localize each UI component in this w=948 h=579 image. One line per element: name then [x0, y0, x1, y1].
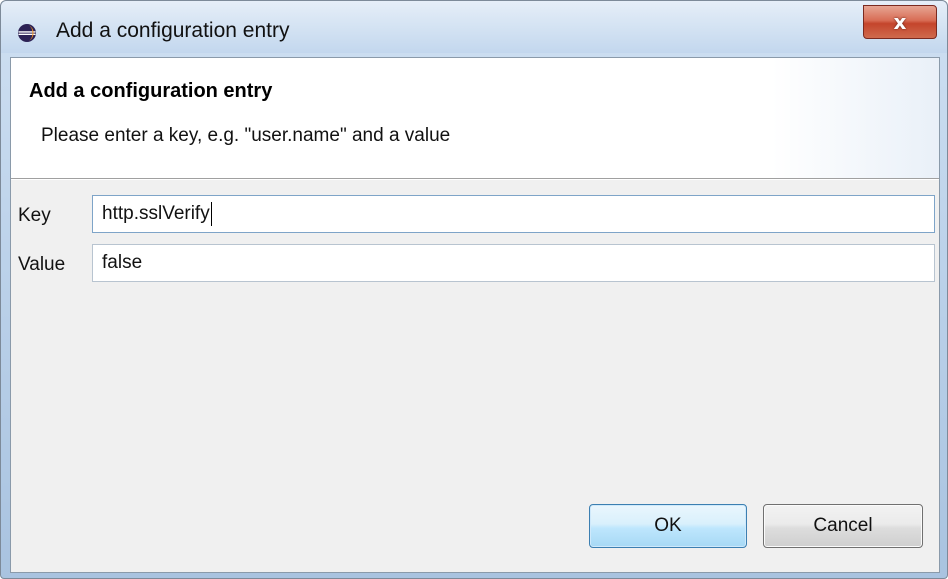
- title-separator: [11, 179, 939, 180]
- title-area: Add a configuration entry Please enter a…: [11, 58, 939, 179]
- value-label: Value: [18, 254, 66, 275]
- key-label: Key: [18, 205, 51, 226]
- title-bar[interactable]: Add a configuration entry x: [1, 1, 947, 53]
- dialog-window: Add a configuration entry x Add a config…: [0, 0, 948, 579]
- ok-button[interactable]: OK: [589, 504, 747, 548]
- close-icon: x: [893, 10, 907, 34]
- key-input-value: http.sslVerify: [102, 203, 210, 224]
- dialog-heading: Add a configuration entry: [29, 80, 273, 102]
- key-input[interactable]: http.sslVerify: [92, 195, 935, 233]
- eclipse-icon: [17, 23, 37, 43]
- close-button[interactable]: x: [863, 5, 937, 39]
- cancel-button[interactable]: Cancel: [763, 504, 923, 548]
- ok-button-label: OK: [654, 515, 682, 536]
- window-title: Add a configuration entry: [56, 19, 290, 42]
- value-input[interactable]: false: [92, 244, 935, 282]
- dialog-client-area: Add a configuration entry Please enter a…: [10, 57, 940, 573]
- dialog-message: Please enter a key, e.g. "user.name" and…: [41, 125, 451, 146]
- value-input-value: false: [102, 252, 143, 273]
- text-caret: [210, 201, 212, 226]
- cancel-button-label: Cancel: [813, 515, 873, 536]
